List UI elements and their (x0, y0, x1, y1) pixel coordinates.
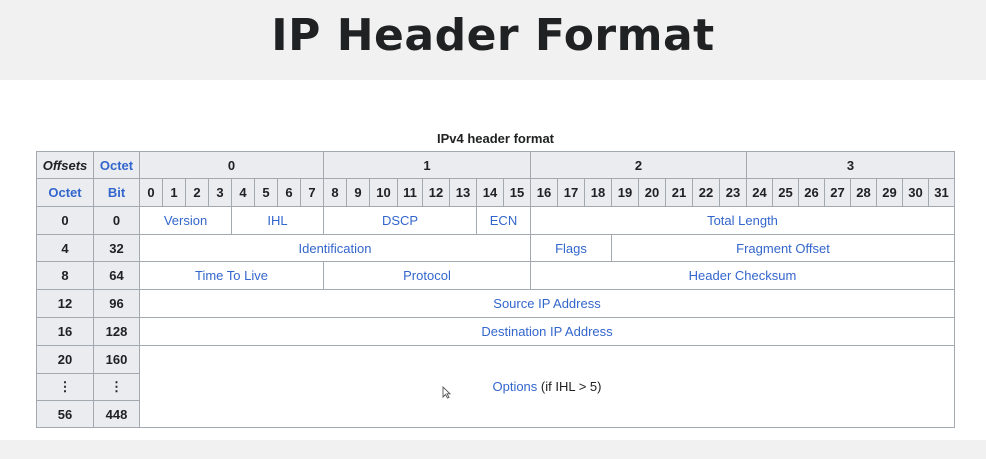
row-octet: 0 (36, 206, 94, 235)
row-octet: 12 (36, 289, 94, 318)
bit-9-header: 9 (346, 178, 370, 207)
field-protocol[interactable]: Protocol (323, 261, 531, 290)
octet-header[interactable]: Octet (93, 151, 140, 179)
field-total-length[interactable]: Total Length (530, 206, 955, 235)
table-row: 4 32 Identification Flags Fragment Offse… (36, 234, 955, 262)
bit-3-header: 3 (208, 178, 232, 207)
bit-18-header: 18 (584, 178, 612, 207)
bit-2-header: 2 (185, 178, 209, 207)
bit-19-header: 19 (611, 178, 639, 207)
field-header-checksum[interactable]: Header Checksum (530, 261, 955, 290)
field-identification[interactable]: Identification (139, 234, 531, 262)
table-caption: IPv4 header format (436, 131, 555, 146)
bit-15-header: 15 (503, 178, 531, 207)
row-bit: 32 (93, 234, 140, 262)
bit-14-header: 14 (476, 178, 504, 207)
field-flags[interactable]: Flags (530, 234, 612, 262)
row-bit: 64 (93, 261, 140, 290)
field-ihl[interactable]: IHL (231, 206, 324, 235)
row-octet: 4 (36, 234, 94, 262)
bit-13-header: 13 (449, 178, 477, 207)
row-bit: 0 (93, 206, 140, 235)
bit-4-header: 4 (231, 178, 255, 207)
bit-7-header: 7 (300, 178, 324, 207)
octet-3-header: 3 (746, 151, 955, 179)
table-row: 0 0 Version IHL DSCP ECN Total Length (36, 206, 955, 235)
bit-31-header: 31 (928, 178, 955, 207)
bit-29-header: 29 (876, 178, 903, 207)
row-bit: 128 (93, 317, 140, 346)
bit-17-header: 17 (557, 178, 585, 207)
field-version[interactable]: Version (139, 206, 232, 235)
bit-16-header: 16 (530, 178, 558, 207)
bit-column-header[interactable]: Bit (93, 178, 140, 207)
bit-8-header: 8 (323, 178, 347, 207)
bit-0-header: 0 (139, 178, 163, 207)
table-row: 12 96 Source IP Address (36, 289, 955, 318)
bit-28-header: 28 (850, 178, 877, 207)
bit-12-header: 12 (422, 178, 450, 207)
field-ecn[interactable]: ECN (476, 206, 531, 235)
bit-25-header: 25 (772, 178, 799, 207)
page-title: IP Header Format (271, 10, 715, 61)
row-octet: 16 (36, 317, 94, 346)
bit-11-header: 11 (397, 178, 423, 207)
field-time-to-live[interactable]: Time To Live (139, 261, 324, 290)
bit-21-header: 21 (665, 178, 693, 207)
table-row: 20 160 Options (if IHL > 5) (36, 345, 955, 428)
bit-header-row: Octet Bit 0 1 2 3 4 5 6 7 8 9 10 11 12 13 14 15 16 17 18 19… (36, 178, 955, 207)
field-dscp[interactable]: DSCP (323, 206, 477, 235)
table-row: 16 128 Destination IP Address (36, 317, 955, 346)
row-octet: 8 (36, 261, 94, 290)
field-fragment-offset[interactable]: Fragment Offset (611, 234, 955, 262)
row-bit-ellipsis: ⋮ (93, 373, 140, 401)
offsets-header: Offsets (36, 151, 94, 179)
mouse-cursor-icon (442, 386, 451, 399)
bit-26-header: 26 (798, 178, 825, 207)
row-bit: 96 (93, 289, 140, 318)
table-row: 8 64 Time To Live Protocol Header Checks… (36, 261, 955, 290)
octet-1-header: 1 (323, 151, 531, 179)
row-octet: 56 (36, 400, 94, 428)
bit-6-header: 6 (277, 178, 301, 207)
field-destination-ip-address[interactable]: Destination IP Address (139, 317, 955, 346)
octet-2-header: 2 (530, 151, 747, 179)
octet-0-header: 0 (139, 151, 324, 179)
bit-20-header: 20 (638, 178, 666, 207)
ipv4-header-table: Offsets Octet 0 1 2 3 Octet Bit 01234567… (36, 151, 955, 428)
bit-27-header: 27 (824, 178, 851, 207)
row-octet-ellipsis: ⋮ (36, 373, 94, 401)
field-options: Options (if IHL > 5) (139, 345, 955, 428)
bit-22-header: 22 (692, 178, 720, 207)
bit-5-header: 5 (254, 178, 278, 207)
bottom-strip (0, 440, 986, 459)
bit-10-header: 10 (369, 178, 398, 207)
bit-23-header: 23 (719, 178, 747, 207)
bit-24-header: 24 (746, 178, 773, 207)
bit-1-header: 1 (162, 178, 186, 207)
row-octet: 20 (36, 345, 94, 374)
bit-30-header: 30 (902, 178, 929, 207)
octet-header-row: Offsets Octet 0 1 2 3 (36, 151, 955, 179)
title-banner: IP Header Format (0, 0, 986, 80)
field-source-ip-address[interactable]: Source IP Address (139, 289, 955, 318)
options-link[interactable]: Options (492, 379, 537, 394)
row-bit: 448 (93, 400, 140, 428)
octet-column-header[interactable]: Octet (36, 178, 94, 207)
options-note: (if IHL > 5) (540, 379, 602, 394)
row-bit: 160 (93, 345, 140, 374)
